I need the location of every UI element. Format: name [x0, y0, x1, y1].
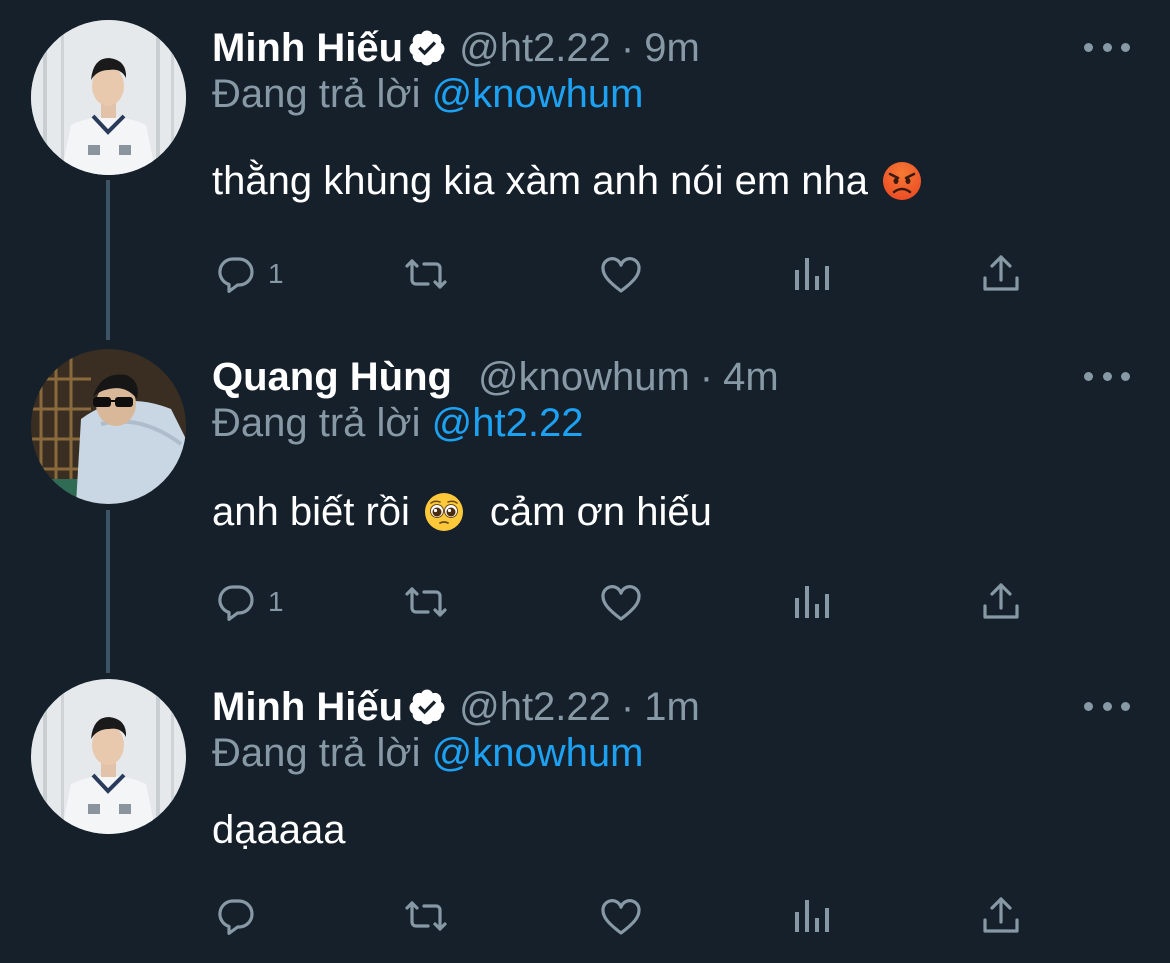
reply-context: Đang trả lời @ht2.22	[212, 401, 584, 446]
share-icon	[983, 583, 1019, 619]
reply-count: 1	[268, 258, 284, 289]
tweet[interactable]: Minh Hiếu @ht2.22 · 9m Đang trả lời @kno…	[0, 20, 1170, 320]
tweet-header: Minh Hiếu @ht2.22 · 9m	[212, 20, 700, 76]
avatar-image	[31, 20, 186, 175]
tweet-actions: 1	[212, 576, 1052, 628]
heart-icon	[601, 899, 641, 935]
reply-prefix: Đang trả lời	[212, 72, 421, 116]
separator-dot: ·	[699, 354, 714, 399]
avatar[interactable]	[31, 349, 186, 504]
analytics-icon	[795, 900, 829, 932]
like-button[interactable]	[597, 890, 645, 942]
tweet-text-part: anh biết rồi	[212, 489, 410, 534]
like-button[interactable]	[597, 248, 645, 300]
retweet-icon	[405, 901, 447, 931]
tweet-header: Minh Hiếu @ht2.22 · 1m	[212, 679, 700, 735]
tweet-text-part: cảm ơn hiếu	[489, 489, 712, 534]
retweet-button[interactable]	[402, 248, 450, 300]
share-button[interactable]	[977, 248, 1025, 300]
handle[interactable]: @knowhum	[478, 355, 690, 400]
tweet-header: Quang Hùng @knowhum · 4m	[212, 349, 779, 405]
retweet-button[interactable]	[402, 890, 450, 942]
more-options-icon[interactable]	[1084, 34, 1130, 60]
retweet-button[interactable]	[402, 576, 450, 628]
avatar[interactable]	[31, 679, 186, 834]
reply-context: Đang trả lời @knowhum	[212, 72, 643, 117]
analytics-icon	[795, 258, 829, 290]
heart-icon	[601, 257, 641, 293]
tweet[interactable]: Minh Hiếu @ht2.22 · 1m Đang trả lời @kno…	[0, 679, 1170, 963]
angry-face-emoji-icon	[882, 161, 922, 201]
avatar[interactable]	[31, 20, 186, 175]
tweet-text-part: dạaaaa	[212, 807, 346, 852]
analytics-icon	[795, 586, 829, 618]
reply-button[interactable]: 1	[212, 576, 284, 628]
reply-mention-link[interactable]: @knowhum	[432, 731, 644, 775]
tweet[interactable]: Quang Hùng @knowhum · 4m Đang trả lời @h…	[0, 349, 1170, 649]
display-name[interactable]: Minh Hiếu	[212, 26, 403, 71]
handle[interactable]: @ht2.22	[459, 685, 611, 730]
heart-icon	[601, 585, 641, 621]
like-button[interactable]	[597, 576, 645, 628]
avatar-image	[31, 349, 186, 504]
retweet-icon	[405, 259, 447, 289]
reply-prefix: Đang trả lời	[212, 731, 421, 775]
analytics-button[interactable]	[787, 248, 835, 300]
reply-icon	[218, 899, 254, 935]
avatar-image	[31, 679, 186, 834]
reply-mention-link[interactable]: @ht2.22	[432, 401, 584, 445]
separator-dot: ·	[620, 25, 635, 70]
timestamp[interactable]: 9m	[644, 26, 700, 71]
tweet-actions: 1	[212, 248, 1052, 300]
display-name[interactable]: Quang Hùng	[212, 355, 452, 400]
retweet-icon	[405, 587, 447, 617]
tweet-text: thằng khùng kia xàm anh nói em nha	[212, 156, 930, 206]
share-button[interactable]	[977, 576, 1025, 628]
analytics-button[interactable]	[787, 890, 835, 942]
display-name[interactable]: Minh Hiếu	[212, 685, 403, 730]
tweet-text: dạaaaa	[212, 805, 345, 855]
verified-badge-icon	[407, 687, 447, 727]
timestamp[interactable]: 4m	[723, 355, 779, 400]
more-options-icon[interactable]	[1084, 693, 1130, 719]
tweet-text-part: thằng khùng kia xàm anh nói em nha	[212, 158, 868, 203]
reply-prefix: Đang trả lời	[212, 401, 421, 445]
share-icon	[983, 897, 1019, 933]
separator-dot: ·	[620, 684, 635, 729]
share-button[interactable]	[977, 890, 1025, 942]
reply-icon	[218, 257, 254, 293]
reply-icon	[218, 585, 254, 621]
reply-mention-link[interactable]: @knowhum	[432, 72, 644, 116]
reply-count: 1	[268, 586, 284, 617]
verified-badge-icon	[407, 28, 447, 68]
timestamp[interactable]: 1m	[644, 685, 700, 730]
pleading-face-emoji-icon	[424, 492, 464, 532]
analytics-button[interactable]	[787, 576, 835, 628]
reply-button[interactable]: 1	[212, 248, 284, 300]
share-icon	[983, 255, 1019, 291]
tweet-actions	[212, 890, 1052, 942]
reply-context: Đang trả lời @knowhum	[212, 731, 643, 776]
tweet-text: anh biết rồi cảm ơn hiếu	[212, 487, 712, 537]
reply-button[interactable]	[212, 890, 268, 942]
handle[interactable]: @ht2.22	[459, 26, 611, 71]
more-options-icon[interactable]	[1084, 363, 1130, 389]
